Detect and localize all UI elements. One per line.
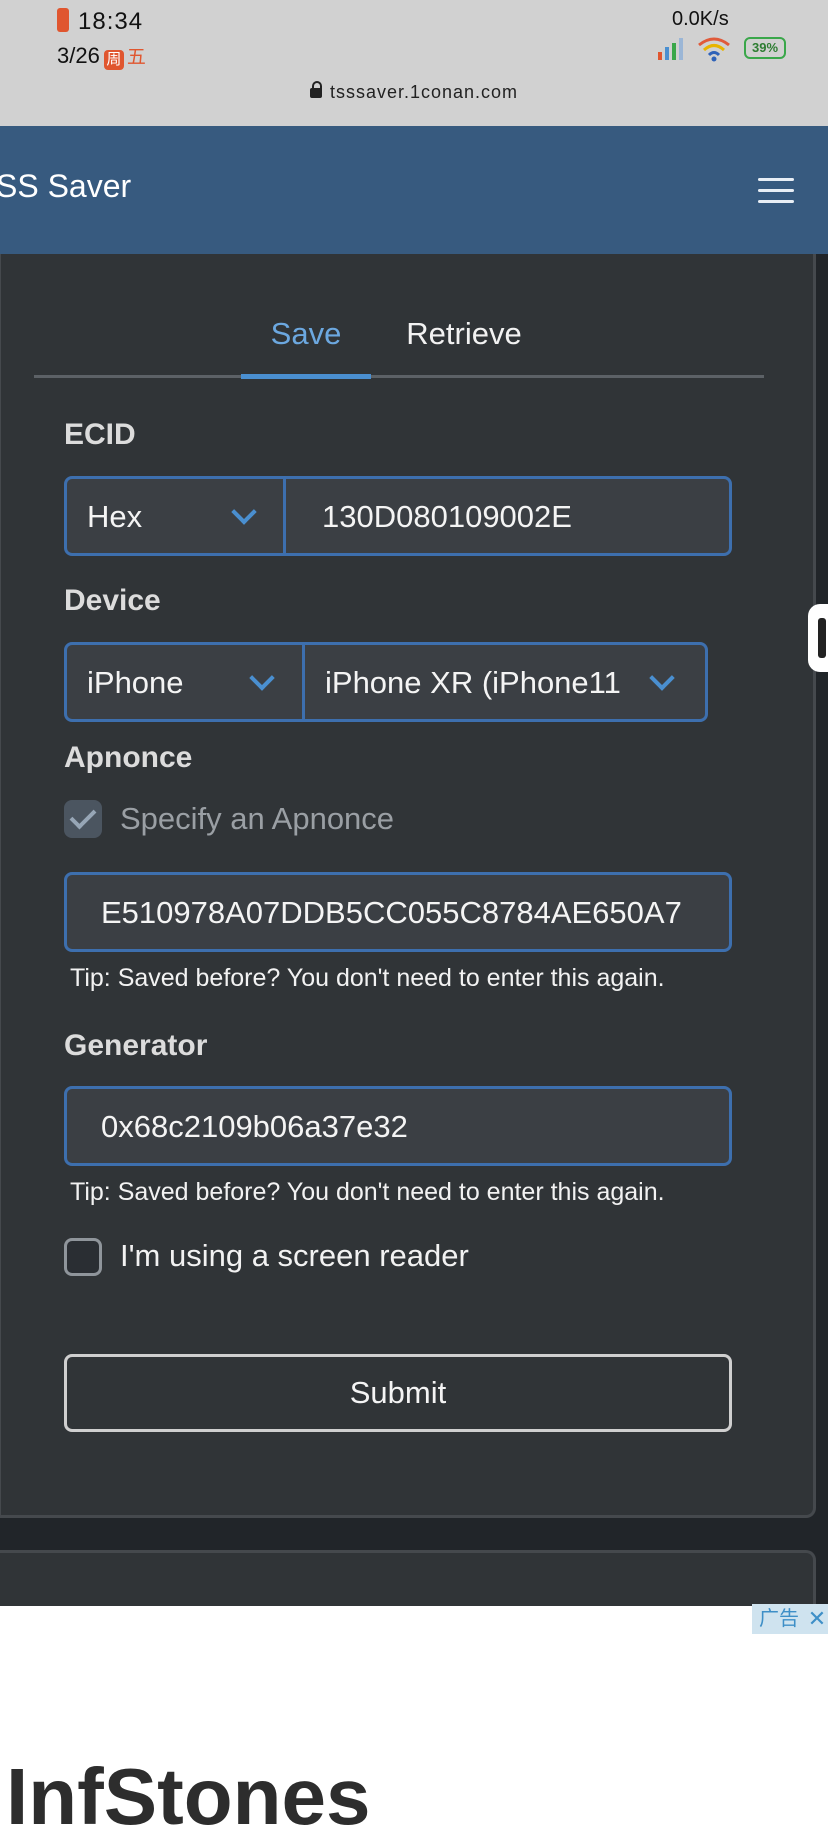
battery-icon: 39% [744,37,786,59]
apnonce-input[interactable]: E510978A07DDB5CC055C8784AE650A7 [64,872,732,952]
time-text: 18:34 [78,8,144,35]
chevron-down-icon [249,665,275,691]
secondary-card [0,1550,816,1610]
status-date: 3/26 周五 [57,42,146,70]
clock-app-icon [57,8,69,32]
ecid-format-select[interactable]: Hex [64,476,286,556]
generator-input[interactable]: 0x68c2109b06a37e32 [64,1086,732,1166]
net-speed: 0.0K/s [672,8,729,30]
close-icon[interactable]: ✕ [806,1604,828,1634]
screen-reader-checkbox[interactable] [64,1238,102,1276]
device-label: Device [64,584,161,617]
tab-active-indicator [241,374,371,379]
hamburger-menu-icon[interactable] [758,176,794,204]
generator-tip: Tip: Saved before? You don't need to ent… [70,1178,665,1206]
url-text: tsssaver.1conan.com [329,82,519,102]
wifi-icon [698,37,730,62]
generator-value: 0x68c2109b06a37e32 [101,1109,408,1144]
status-bar: 18:34 3/26 周五 0.0K/s 39% tsssaver.1conan.… [0,0,828,126]
side-handle[interactable] [808,604,828,672]
apnonce-label: Apnonce [64,741,193,774]
address-bar[interactable]: tsssaver.1conan.com [0,81,828,103]
ad-badge: 广告 [752,1604,806,1634]
tab-retrieve[interactable]: Retrieve [396,316,532,352]
status-time: 18:34 [57,8,143,36]
tabs-divider [34,375,764,378]
screen-reader-label: I'm using a screen reader [120,1238,469,1273]
date-text: 3/26 [57,43,100,68]
weekday-text: 五 [126,47,146,68]
ad-heading[interactable]: InfStones [6,1752,370,1842]
ecid-format-value: Hex [87,499,143,534]
apnonce-value: E510978A07DDB5CC055C8784AE650A7 [101,895,682,930]
apnonce-checkbox[interactable] [64,800,102,838]
device-type-select[interactable]: iPhone [64,642,305,722]
apnonce-checkbox-label: Specify an Apnonce [120,801,395,836]
signal-icon [658,38,683,60]
site-brand[interactable]: SS Saver [0,168,131,205]
lock-icon [309,81,322,98]
device-model-value: iPhone XR (iPhone11 [325,665,621,700]
device-type-value: iPhone [87,665,184,700]
ecid-input[interactable]: 130D080109002E [283,476,732,556]
navbar: SS Saver [0,126,828,254]
apnonce-tip: Tip: Saved before? You don't need to ent… [70,964,665,992]
ecid-value: 130D080109002E [322,499,572,534]
generator-label: Generator [64,1029,208,1062]
chevron-down-icon [231,499,257,525]
submit-button[interactable]: Submit [64,1354,732,1432]
chevron-down-icon [649,665,675,691]
calendar-icon: 周 [103,50,124,70]
ecid-label: ECID [64,418,136,451]
tab-save[interactable]: Save [241,316,371,352]
device-model-select[interactable]: iPhone XR (iPhone11 [302,642,708,722]
